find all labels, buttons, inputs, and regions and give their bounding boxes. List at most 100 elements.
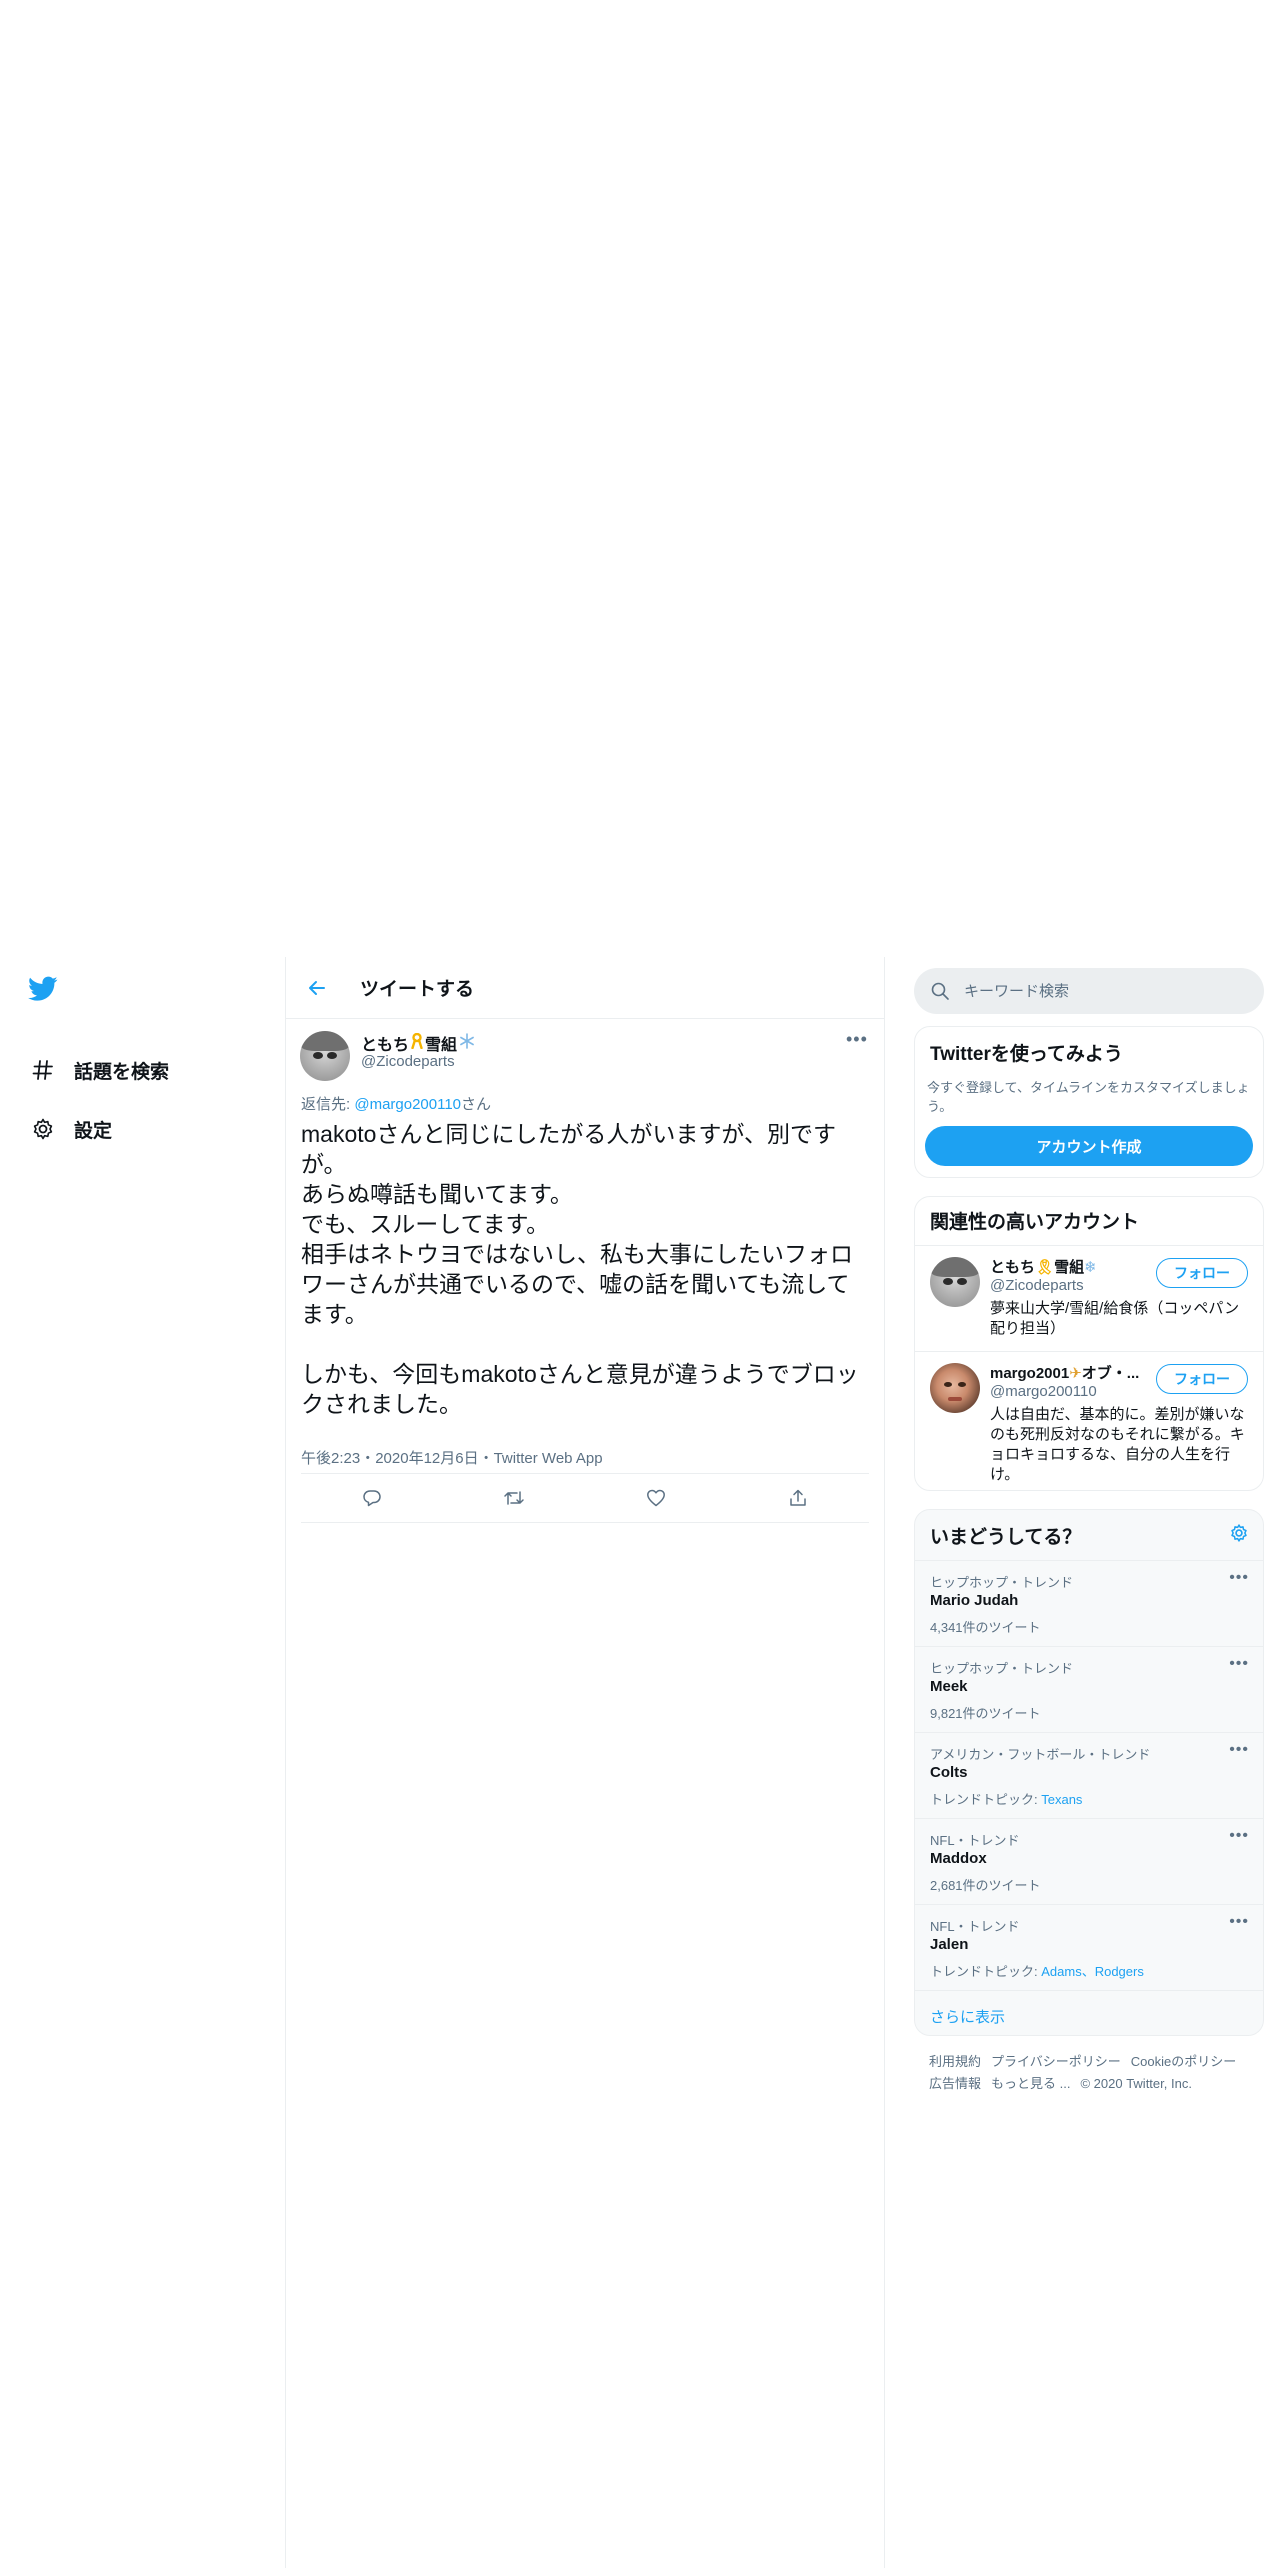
footer-link[interactable]: Cookieのポリシー [1131,2054,1236,2069]
trend-count: 9,821件のツイート [930,1706,1041,1721]
back-arrow-icon [309,980,325,995]
author-handle[interactable]: @Zicodeparts [361,1053,455,1070]
tweet-timestamp[interactable]: 午後2:23・2020年12月6日・Twitter Web App [301,1447,603,1468]
reply-suffix: さん [461,1096,492,1113]
trend-title: Mario Judah [930,1592,1019,1609]
share-button[interactable] [780,1480,816,1516]
trends-title: いまどうしてる？ [930,1527,1082,1548]
more-options-icon[interactable]: ••• [1229,1655,1249,1673]
follow-button[interactable]: フォロー [1156,1364,1248,1394]
create-account-button[interactable]: アカウント作成 [925,1126,1253,1166]
gear-icon[interactable] [1229,1523,1249,1549]
nav-item-explore[interactable]: 話題を検索 [28,1050,169,1090]
trend-context: アメリカン・フットボール・トレンド [930,1747,1151,1762]
share-icon [790,1489,806,1506]
trend-item[interactable]: NFL・トレンド Jalen トレンドトピック: Adams、Rodgers •… [915,1904,1263,1990]
ribbon-icon: 🎗 [1035,1259,1055,1276]
footer-link[interactable]: もっと見る ... [991,2076,1070,2091]
reply-icon [363,1490,381,1507]
nav-item-settings-label: 設定 [74,1120,113,1142]
footer: 利用規約 プライバシーポリシー Cookieのポリシー 広告情報 もっと見る ... ©… [929,2051,1259,2095]
trend-context: NFL・トレンド [930,1833,1020,1848]
search-input[interactable] [964,982,1234,1000]
reply-to: 返信先: @margo200110さん [301,1093,491,1114]
trend-count: 4,341件のツイート [930,1620,1041,1635]
footer-link[interactable]: プライバシーポリシー [991,2054,1121,2069]
trend-item[interactable]: NFL・トレンド Maddox 2,681件のツイート ••• [915,1818,1263,1904]
account-item[interactable]: margo2001✈オブ・... @margo200110 フォロー 人は自由だ… [915,1351,1263,1490]
trend-title: Maddox [930,1850,987,1867]
trend-topics: トレンドトピック: Adams、Rodgers [930,1961,1144,1980]
account-name-text: ともち [990,1259,1036,1276]
page-header: ツイートする [286,957,884,1019]
account-name-text: margo2001 [990,1365,1070,1382]
heart-icon [647,1489,665,1507]
retweet-button[interactable] [496,1480,532,1516]
who-to-follow-title: 関連性の高いアカウント [930,1212,1140,1233]
trend-topic-link[interactable]: Texans [1041,1792,1082,1807]
trends-card: いまどうしてる？ ヒップホップ・トレンド Mario Judah 4,341件の… [914,1509,1264,2036]
account-name-suffix: 雪組 [1054,1259,1085,1276]
signup-card: Twitterを使ってみよう 今すぐ登録して、タイムラインをカスタマイズしましょ… [914,1026,1264,1178]
copyright: © 2020 Twitter, Inc. [1080,2076,1192,2091]
account-bio: 人は自由だ、基本的に。差別が嫌いなのも死刑反対なのもそれに繋がる。キョロキョロす… [990,1406,1245,1483]
search-box[interactable] [914,968,1264,1014]
trends-title-row: いまどうしてる？ [915,1510,1263,1560]
more-options-icon[interactable]: ••• [1229,1913,1249,1931]
trend-title: Colts [930,1764,968,1781]
footer-link[interactable]: 利用規約 [929,2054,981,2069]
more-options-icon[interactable]: ••• [846,1029,868,1050]
nav-item-explore-label: 話題を検索 [74,1061,170,1083]
avatar[interactable] [300,1031,350,1081]
avatar[interactable] [930,1363,980,1413]
trend-context: ヒップホップ・トレンド [930,1575,1074,1590]
trend-topic-label: トレンドトピック: [930,1964,1042,1979]
account-bio: 夢来山大学/雪組/給食係（コッペパン配り担当） [990,1300,1240,1337]
twitter-logo-icon[interactable] [28,976,62,1004]
trend-item[interactable]: ヒップホップ・トレンド Meek 9,821件のツイート ••• [915,1646,1263,1732]
tweet-actions [301,1473,869,1523]
avatar[interactable] [930,1257,980,1307]
more-options-icon[interactable]: ••• [1229,1741,1249,1759]
nav-item-settings[interactable]: 設定 [28,1109,112,1149]
trend-title: Meek [930,1678,968,1695]
follow-button[interactable]: フォロー [1156,1258,1248,1288]
account-item[interactable]: ともち🎗雪組❄ @Zicodeparts フォロー 夢来山大学/雪組/給食係（コ… [915,1245,1263,1351]
trend-title: Jalen [930,1936,969,1953]
snowflake-icon [459,1032,475,1054]
page-title: ツイートする [360,979,475,1000]
back-button[interactable] [300,971,334,1005]
gear-icon [28,1114,58,1144]
trend-topic-link[interactable]: Adams、Rodgers [1041,1964,1144,1979]
footer-link[interactable]: 広告情報 [929,2076,981,2091]
more-options-icon[interactable]: ••• [1229,1569,1249,1587]
author-name[interactable]: ともち 雪組 [361,1031,475,1055]
show-more-link[interactable]: さらに表示 [915,1990,1263,2035]
main-column: ツイートする ともち 雪組 @Zicodeparts ••• 返信先: @mar… [285,957,885,2568]
signup-title: Twitterを使ってみよう [930,1044,1123,1065]
trend-topic-label: トレンドトピック: [930,1792,1042,1807]
left-nav: 話題を検索 設定 [0,957,285,2568]
account-handle: @Zicodeparts [990,1277,1084,1294]
account-name[interactable]: margo2001✈オブ・... [990,1362,1150,1383]
trend-count: 2,681件のツイート [930,1878,1041,1893]
retweet-icon [504,1491,524,1505]
like-button[interactable] [638,1480,674,1516]
reply-handle-link[interactable]: @margo200110 [354,1096,461,1113]
tweet-text: makotoさんと同じにしたがる人がいますが、別ですが。 あらぬ噂話も聞いてます… [301,1121,859,1417]
twitter-page: 話題を検索 設定 ツイートする ともち 雪組 @Zicodeparts ••• … [0,957,1284,2568]
snowflake-icon: ❄ [1084,1259,1097,1276]
account-handle: @margo200110 [990,1383,1097,1400]
signup-description: 今すぐ登録して、タイムラインをカスタマイズしましょう。 [927,1080,1250,1114]
more-options-icon[interactable]: ••• [1229,1827,1249,1845]
trend-item[interactable]: アメリカン・フットボール・トレンド Colts トレンドトピック: Texans… [915,1732,1263,1818]
account-name[interactable]: ともち🎗雪組❄ [990,1256,1150,1277]
trend-topics: トレンドトピック: Texans [930,1789,1082,1808]
search-icon [931,982,949,1000]
ribbon-icon [411,1032,423,1054]
hashtag-icon [28,1055,58,1085]
who-to-follow-card: 関連性の高いアカウント ともち🎗雪組❄ @Zicodeparts フォロー 夢来… [914,1196,1264,1491]
trend-item[interactable]: ヒップホップ・トレンド Mario Judah 4,341件のツイート ••• [915,1560,1263,1646]
reply-button[interactable] [354,1480,390,1516]
trend-context: NFL・トレンド [930,1919,1020,1934]
